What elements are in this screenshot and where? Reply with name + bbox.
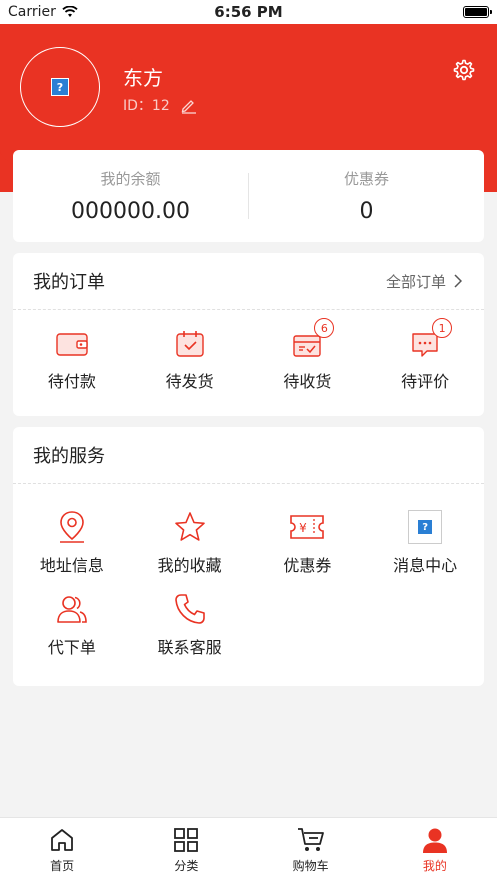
cart-icon — [297, 828, 324, 851]
service-coupons[interactable]: ¥ 优惠券 — [249, 508, 367, 576]
order-pending-review[interactable]: 1 待评价 — [366, 318, 484, 392]
order-badge: 6 — [314, 318, 335, 338]
status-bar: Carrier 6:56 PM — [0, 0, 497, 24]
svg-text:¥: ¥ — [300, 521, 308, 535]
carrier-label: Carrier — [8, 4, 56, 20]
tab-label: 我的 — [422, 859, 447, 873]
services-grid: 地址信息 我的收藏 ¥ 优惠券 ? 消息中心 代下单 联系客服 — [13, 484, 484, 658]
order-label: 待评价 — [401, 372, 450, 391]
tab-category[interactable]: 分类 — [124, 818, 248, 883]
phone-icon — [174, 594, 205, 624]
status-left: Carrier — [8, 4, 78, 20]
balance-value: 000000.00 — [71, 199, 190, 224]
service-label: 我的收藏 — [157, 556, 222, 575]
wallet-icon — [56, 333, 88, 356]
order-badge: 1 — [432, 318, 453, 338]
service-proxy-order[interactable]: 代下单 — [13, 590, 131, 658]
orders-header: 我的订单 全部订单 — [13, 253, 484, 310]
status-time: 6:56 PM — [214, 3, 283, 21]
location-pin-icon — [59, 511, 84, 543]
service-label: 消息中心 — [393, 556, 458, 575]
coupon-value: 0 — [359, 199, 374, 224]
home-icon — [51, 829, 74, 851]
coupon-label: 优惠券 — [343, 170, 389, 188]
avatar-image: ? — [51, 78, 69, 96]
services-title: 我的服务 — [33, 446, 105, 467]
service-label: 优惠券 — [283, 556, 332, 575]
user-id-label: ID： — [123, 98, 152, 114]
services-card: 我的服务 地址信息 我的收藏 ¥ 优惠券 ? 消息中心 代下单 联系客服 — [13, 427, 484, 686]
all-orders-label: 全部订单 — [385, 272, 446, 291]
service-label: 代下单 — [47, 638, 96, 657]
tab-home[interactable]: 首页 — [0, 818, 124, 883]
tab-label: 首页 — [50, 859, 75, 873]
balance-column[interactable]: 我的余额 000000.00 — [13, 168, 248, 224]
order-pending-receipt[interactable]: 6 待收货 — [249, 318, 367, 392]
battery-icon — [463, 6, 492, 18]
order-label: 待付款 — [47, 372, 96, 391]
user-id-value: 12 — [151, 98, 170, 114]
tab-bar: 首页 分类 购物车 我的 — [0, 817, 497, 883]
service-address[interactable]: 地址信息 — [13, 508, 131, 576]
edit-icon[interactable] — [180, 97, 197, 114]
service-customer-support[interactable]: 联系客服 — [131, 590, 249, 658]
star-icon — [174, 512, 205, 541]
tab-mine[interactable]: 我的 — [373, 818, 497, 883]
grid-icon — [174, 828, 199, 852]
order-label: 待发货 — [165, 372, 214, 391]
tab-cart[interactable]: 购物车 — [249, 818, 373, 883]
order-status-row: 待付款 待发货 6 待收货 1 待评价 — [13, 310, 484, 392]
settings-gear-icon[interactable] — [452, 58, 476, 82]
orders-title: 我的订单 — [33, 272, 105, 293]
order-pending-shipment[interactable]: 待发货 — [131, 326, 249, 392]
order-pending-payment[interactable]: 待付款 — [13, 326, 131, 392]
avatar[interactable]: ? — [20, 47, 100, 127]
image-placeholder-icon: ? — [408, 510, 443, 544]
coupon-icon: ¥ — [290, 515, 325, 539]
service-label: 联系客服 — [157, 638, 222, 657]
user-icon — [422, 828, 447, 853]
service-label: 地址信息 — [39, 556, 104, 575]
orders-card: 我的订单 全部订单 待付款 待发货 6 待收货 1 待评价 — [13, 253, 484, 416]
balance-label: 我的余额 — [100, 170, 161, 188]
tab-label: 分类 — [174, 859, 199, 873]
user-id-row: ID：12 — [123, 95, 197, 115]
users-icon — [57, 596, 87, 623]
wifi-icon — [62, 6, 78, 17]
services-header: 我的服务 — [13, 427, 484, 484]
user-name: 东方 — [123, 66, 163, 90]
coupon-column[interactable]: 优惠券 0 — [249, 168, 484, 224]
service-messages[interactable]: ? 消息中心 — [366, 508, 484, 576]
service-favorites[interactable]: 我的收藏 — [131, 508, 249, 576]
chevron-right-icon — [454, 274, 462, 288]
all-orders-link[interactable]: 全部订单 — [386, 271, 462, 292]
calendar-check-icon — [175, 331, 204, 357]
order-label: 待收货 — [283, 372, 332, 391]
balance-card: 我的余额 000000.00 优惠券 0 — [13, 150, 484, 242]
tab-label: 购物车 — [292, 859, 329, 873]
